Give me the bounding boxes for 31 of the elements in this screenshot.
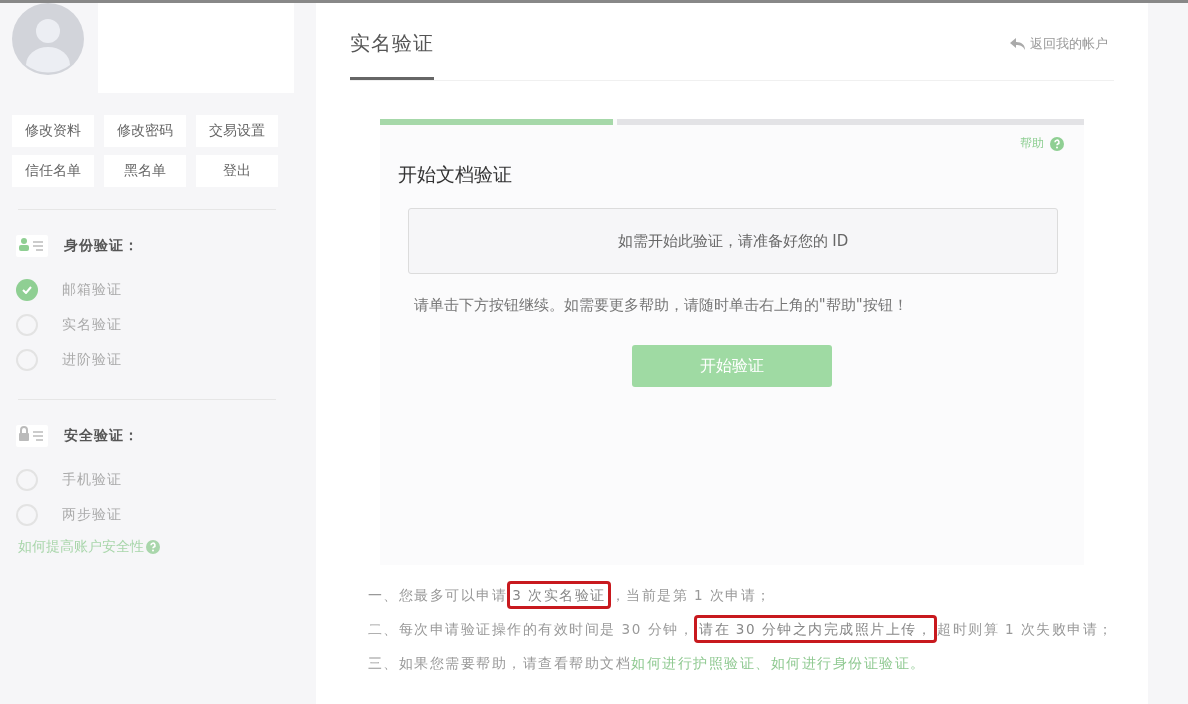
doc-link[interactable]: 如何进行护照验证、如何进行身份证验证。 xyxy=(631,655,926,671)
lock-card-icon xyxy=(16,424,48,448)
account-action-button[interactable]: 修改资料 xyxy=(12,115,94,147)
help-link[interactable]: 帮助 xyxy=(1020,135,1064,152)
id-card-icon xyxy=(16,234,48,258)
account-action-button[interactable]: 登出 xyxy=(196,155,278,187)
reply-arrow-icon xyxy=(1010,38,1026,50)
section-title: 安全验证： xyxy=(64,427,139,445)
back-link[interactable]: 返回我的帐户 xyxy=(1010,35,1108,53)
tab[interactable]: 实名验证 xyxy=(349,3,434,80)
card-heading: 开始文档验证 xyxy=(397,162,513,187)
rule-note: 三、如果您需要帮助，请查看帮助文档如何进行护照验证、如何进行身份证验证。 xyxy=(367,655,927,673)
verification-item[interactable]: 手机验证 xyxy=(62,470,122,489)
annotation-box: 3 次实名验证 xyxy=(507,581,611,609)
start-button[interactable]: 开始验证 xyxy=(631,345,832,387)
annotation-box: 请在 30 分钟之内完成照片上传， xyxy=(694,615,938,643)
help-icon xyxy=(146,540,160,554)
verification-item[interactable]: 实名验证 xyxy=(62,315,122,334)
help-icon xyxy=(1050,136,1064,151)
account-action-button[interactable]: 黑名单 xyxy=(104,155,186,187)
instruction-text: 请单击下方按钮继续。如需要更多帮助，请随时单击右上角的"帮助"按钮！ xyxy=(413,296,909,315)
account-action-button[interactable]: 修改密码 xyxy=(104,115,186,147)
verification-item[interactable]: 邮箱验证 xyxy=(62,280,122,299)
security-help-link[interactable]: 如何提高账户安全性 xyxy=(18,538,304,556)
verification-item[interactable]: 进阶验证 xyxy=(62,350,122,369)
account-action-button[interactable]: 交易设置 xyxy=(196,115,278,147)
avatar xyxy=(12,3,84,75)
account-action-button[interactable]: 信任名单 xyxy=(12,155,94,187)
section-title: 身份验证： xyxy=(64,237,139,255)
notice-box: 如需开始此验证，请准备好您的 ID xyxy=(407,208,1058,274)
verification-item[interactable]: 两步验证 xyxy=(62,505,122,524)
